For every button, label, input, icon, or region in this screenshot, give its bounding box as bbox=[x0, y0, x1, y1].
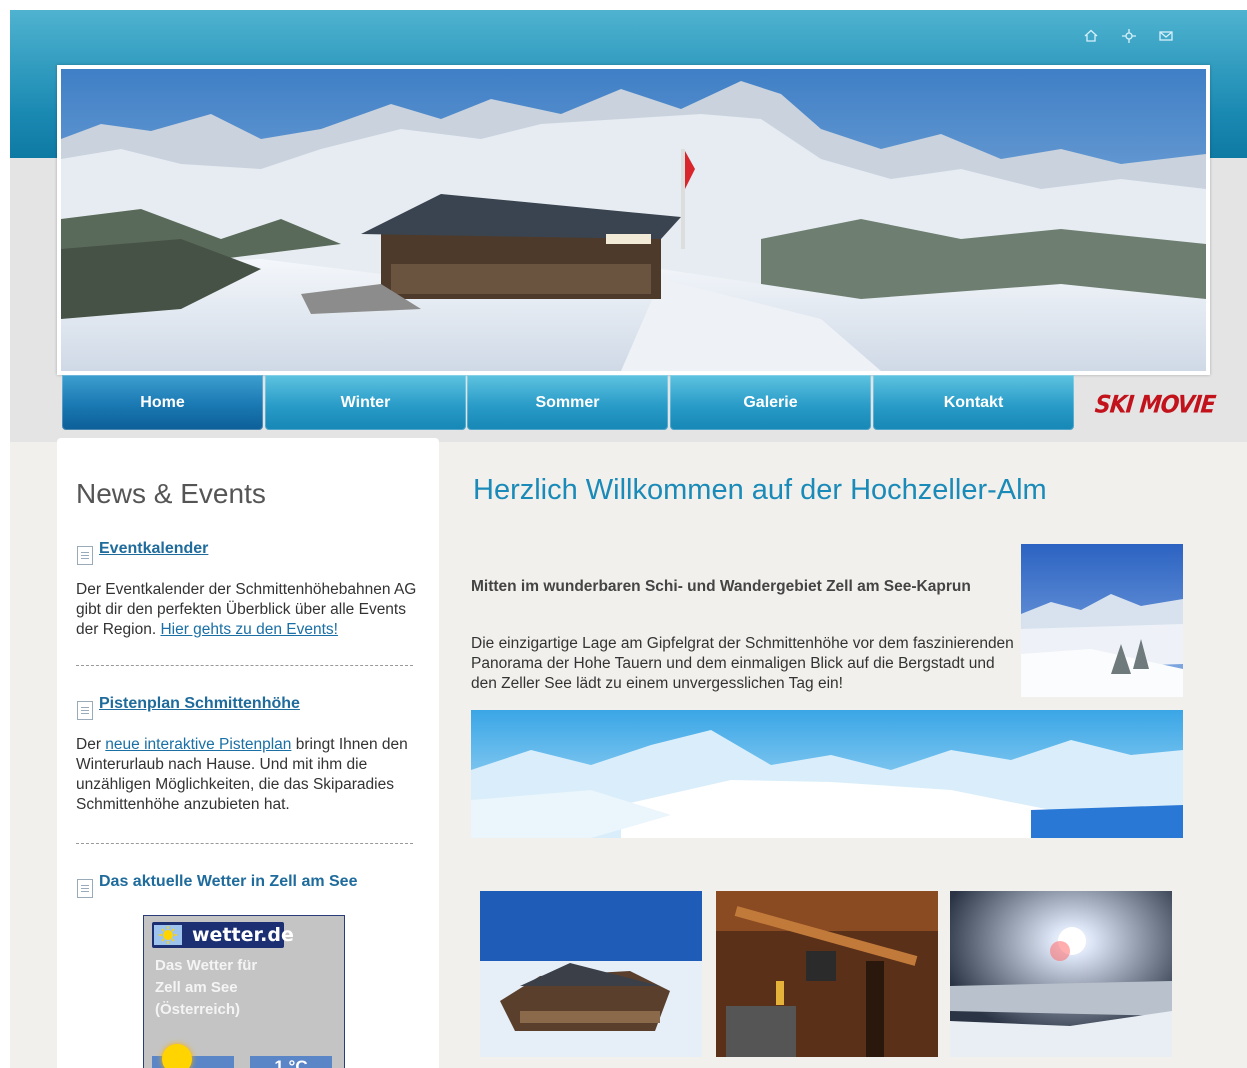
pistenplan-link[interactable]: Pistenplan Schmittenhöhe bbox=[99, 695, 300, 713]
alm-hut-photo bbox=[480, 891, 702, 1057]
events-link[interactable]: Hier gehts zu den Events! bbox=[160, 621, 338, 638]
mountain-panorama-photo bbox=[471, 710, 1183, 838]
divider bbox=[76, 843, 413, 844]
sitemap-icon[interactable] bbox=[1120, 28, 1138, 46]
ski-movie-link[interactable]: SKI MOVIE bbox=[1094, 392, 1217, 420]
intro-subtitle: Mitten im wunderbaren Schi- und Wanderge… bbox=[471, 578, 971, 595]
hero-banner bbox=[57, 65, 1210, 375]
sidebar-title: News & Events bbox=[76, 478, 266, 509]
mail-icon[interactable] bbox=[1157, 28, 1175, 46]
pistenplan-text-before: Der bbox=[76, 736, 101, 753]
home-icon[interactable] bbox=[1082, 28, 1100, 46]
nav-tab-galerie[interactable]: Galerie bbox=[670, 375, 871, 430]
weather-temperature: 1 °C bbox=[250, 1056, 332, 1068]
fog-valley-photo bbox=[1021, 544, 1183, 697]
nav-tab-sommer[interactable]: Sommer bbox=[467, 375, 668, 430]
page-title: Herzlich Willkommen auf der Hochzeller-A… bbox=[473, 474, 1047, 506]
nav-tab-kontakt[interactable]: Kontakt bbox=[873, 375, 1074, 430]
nav-tab-winter[interactable]: Winter bbox=[265, 375, 466, 430]
sun-over-clouds-photo bbox=[950, 891, 1172, 1057]
weather-heading: Das aktuelle Wetter in Zell am See bbox=[99, 873, 358, 890]
eventkalender-text: Der Eventkalender der Schmittenhöhebahne… bbox=[76, 580, 421, 640]
weather-line-1: Das Wetter für bbox=[155, 957, 258, 974]
document-icon bbox=[77, 546, 93, 565]
interactive-pistenplan-link[interactable]: neue interaktive Pistenplan bbox=[105, 736, 291, 753]
eventkalender-link[interactable]: Eventkalender bbox=[99, 540, 208, 558]
news-events-sidebar: News & Events Eventkalender Der Eventkal… bbox=[57, 438, 439, 1068]
divider bbox=[76, 665, 413, 666]
weather-sun-icon bbox=[154, 925, 182, 945]
weather-line-3: (Österreich) bbox=[155, 1001, 241, 1018]
sun-icon bbox=[162, 1044, 192, 1068]
document-icon bbox=[77, 701, 93, 720]
pistenplan-text: Der neue interaktive Pistenplan bringt I… bbox=[76, 735, 421, 815]
page-frame: Home Winter Sommer Galerie Kontakt SKI M… bbox=[10, 10, 1247, 1068]
hero-panorama-image bbox=[61, 69, 1206, 371]
intro-paragraph: Die einzigartige Lage am Gipfelgrat der … bbox=[471, 635, 1014, 692]
document-icon bbox=[77, 879, 93, 898]
weather-line-2: Zell am See bbox=[155, 979, 238, 996]
interior-skis-photo bbox=[716, 891, 938, 1057]
weather-widget[interactable]: wetter.de Das Wetter für Zell am See (Ös… bbox=[143, 915, 345, 1068]
nav-tab-home[interactable]: Home bbox=[62, 375, 263, 430]
